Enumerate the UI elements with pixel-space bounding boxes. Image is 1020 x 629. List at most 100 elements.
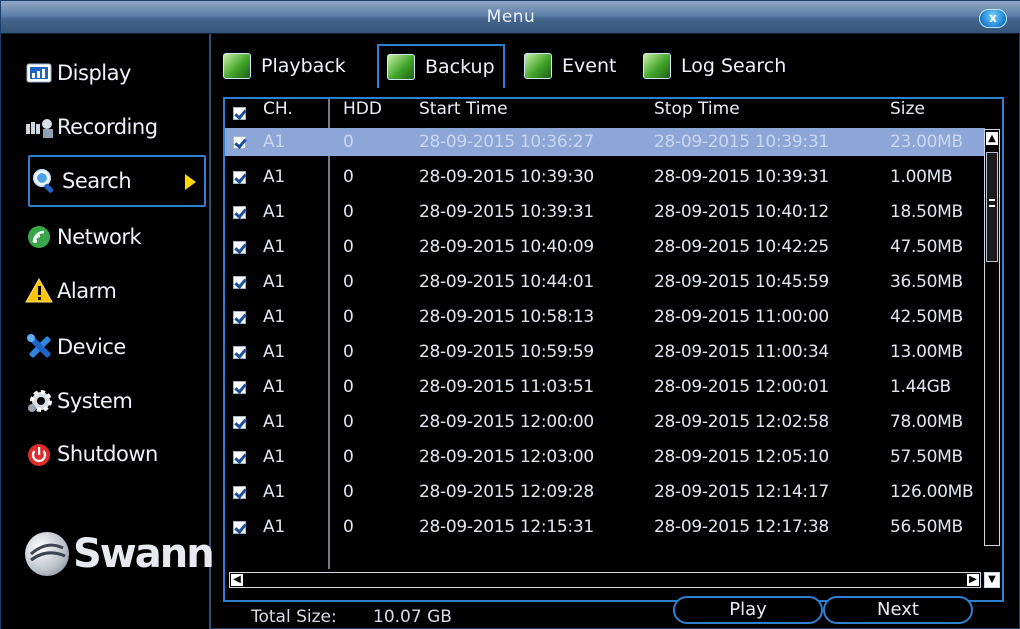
table-row[interactable]: A1 0 28-09-2015 12:09:28 28-09-2015 12:1… xyxy=(225,478,985,506)
cell-start-time: 28-09-2015 10:39:30 xyxy=(419,167,594,187)
sidebar-item-system[interactable]: System xyxy=(25,375,205,427)
total-size-label: Total Size: xyxy=(251,607,337,627)
cell-stop-time: 28-09-2015 12:17:38 xyxy=(654,517,829,537)
tab-log-search[interactable]: Log Search xyxy=(643,44,786,88)
row-checkbox[interactable] xyxy=(225,240,253,254)
row-checkbox[interactable] xyxy=(225,485,253,499)
sidebar-item-network[interactable]: Network xyxy=(25,211,205,263)
scroll-down-icon[interactable]: ▼ xyxy=(984,572,1000,588)
table-row[interactable]: A1 0 28-09-2015 10:39:30 28-09-2015 10:3… xyxy=(225,163,985,191)
sidebar-item-device[interactable]: Device xyxy=(25,321,205,373)
table-row[interactable]: A1 0 28-09-2015 10:40:09 28-09-2015 10:4… xyxy=(225,233,985,261)
logo-text: Swann xyxy=(73,531,215,577)
cell-size: 36.50MB xyxy=(890,272,963,292)
cell-stop-time: 28-09-2015 10:40:12 xyxy=(654,202,829,222)
row-checkbox[interactable] xyxy=(225,170,253,184)
table-row[interactable]: A1 0 28-09-2015 12:15:31 28-09-2015 12:1… xyxy=(225,513,985,541)
cell-hdd: 0 xyxy=(343,447,354,467)
tab-playback[interactable]: Playback xyxy=(223,44,346,88)
scroll-up-icon[interactable]: ▲ xyxy=(986,132,998,145)
cell-stop-time: 28-09-2015 10:42:25 xyxy=(654,237,829,257)
cell-ch: A1 xyxy=(263,202,285,222)
backup-table: CH. HDD Start Time Stop Time Size A1 0 2… xyxy=(223,97,1004,602)
row-checkbox[interactable] xyxy=(225,135,253,149)
header-hdd[interactable]: HDD xyxy=(333,99,417,127)
cell-hdd: 0 xyxy=(343,412,354,432)
tab-label: Event xyxy=(562,55,617,77)
table-row[interactable]: A1 0 28-09-2015 10:36:27 28-09-2015 10:3… xyxy=(225,128,985,156)
sidebar-item-recording[interactable]: Recording xyxy=(25,101,205,153)
table-header: CH. HDD Start Time Stop Time Size xyxy=(225,99,1002,127)
sidebar-item-label: Recording xyxy=(57,115,158,139)
table-row[interactable]: A1 0 28-09-2015 10:44:01 28-09-2015 10:4… xyxy=(225,268,985,296)
row-checkbox[interactable] xyxy=(225,205,253,219)
sidebar-item-label: Network xyxy=(57,225,142,249)
table-row[interactable]: A1 0 28-09-2015 12:00:00 28-09-2015 12:0… xyxy=(225,408,985,436)
cell-hdd: 0 xyxy=(343,377,354,397)
table-row[interactable]: A1 0 28-09-2015 10:59:59 28-09-2015 11:0… xyxy=(225,338,985,366)
cell-start-time: 28-09-2015 10:58:13 xyxy=(419,307,594,327)
header-stop-time[interactable]: Stop Time xyxy=(654,99,890,127)
cell-stop-time: 28-09-2015 12:14:17 xyxy=(654,482,829,502)
table-row[interactable]: A1 0 28-09-2015 10:39:31 28-09-2015 10:4… xyxy=(225,198,985,226)
sidebar-item-label: System xyxy=(57,389,133,413)
tab-label: Backup xyxy=(425,56,495,78)
cell-ch: A1 xyxy=(263,132,285,152)
header-ch[interactable]: CH. xyxy=(253,99,333,127)
cell-stop-time: 28-09-2015 10:45:59 xyxy=(654,272,829,292)
window-title: Menu xyxy=(486,7,536,27)
header-start-time[interactable]: Start Time xyxy=(417,99,654,127)
cell-start-time: 28-09-2015 12:00:00 xyxy=(419,412,594,432)
active-arrow-icon xyxy=(185,174,196,190)
row-checkbox[interactable] xyxy=(225,275,253,289)
close-button[interactable]: x xyxy=(979,9,1007,28)
vertical-scrollbar[interactable]: ▲ xyxy=(984,129,1000,546)
cell-size: 126.00MB xyxy=(890,482,974,502)
sidebar-item-search[interactable]: Search xyxy=(28,155,206,207)
row-checkbox[interactable] xyxy=(225,415,253,429)
tab-label: Playback xyxy=(261,55,346,77)
tab-bar: Playback Backup Event Log Search xyxy=(221,44,1011,88)
scroll-right-icon[interactable]: ▶ xyxy=(967,574,979,586)
cell-ch: A1 xyxy=(263,412,285,432)
cell-size: 47.50MB xyxy=(890,237,963,257)
cell-ch: A1 xyxy=(263,272,285,292)
select-all-checkbox[interactable] xyxy=(225,99,253,127)
row-checkbox[interactable] xyxy=(225,450,253,464)
row-checkbox[interactable] xyxy=(225,345,253,359)
row-checkbox[interactable] xyxy=(225,310,253,324)
footer: Total Size: 10.07 GB Play Next xyxy=(213,594,1019,629)
cell-ch: A1 xyxy=(263,342,285,362)
table-row[interactable]: A1 0 28-09-2015 10:58:13 28-09-2015 11:0… xyxy=(225,303,985,331)
cell-size: 78.00MB xyxy=(890,412,963,432)
row-checkbox[interactable] xyxy=(225,380,253,394)
scroll-left-icon[interactable]: ◀ xyxy=(231,574,243,586)
sidebar-item-shutdown[interactable]: Shutdown xyxy=(25,428,205,480)
network-icon xyxy=(25,222,55,252)
row-checkbox[interactable] xyxy=(225,520,253,534)
cell-hdd: 0 xyxy=(343,132,354,152)
scroll-thumb[interactable] xyxy=(986,152,998,262)
cell-ch: A1 xyxy=(263,307,285,327)
tab-backup[interactable]: Backup xyxy=(377,44,505,88)
search-icon xyxy=(30,166,60,196)
header-size[interactable]: Size xyxy=(890,99,985,127)
horizontal-scrollbar[interactable]: ◀ ▶ xyxy=(229,572,981,588)
next-button[interactable]: Next xyxy=(823,596,973,624)
table-row[interactable]: A1 0 28-09-2015 11:03:51 28-09-2015 12:0… xyxy=(225,373,985,401)
sidebar-item-alarm[interactable]: Alarm xyxy=(25,265,205,317)
cell-ch: A1 xyxy=(263,377,285,397)
title-bar: Menu x xyxy=(1,1,1020,34)
tab-event[interactable]: Event xyxy=(524,44,616,88)
sidebar-item-display[interactable]: Display xyxy=(25,47,205,99)
sidebar-item-label: Alarm xyxy=(57,279,117,303)
alarm-icon xyxy=(25,276,55,306)
cell-hdd: 0 xyxy=(343,342,354,362)
tab-label: Log Search xyxy=(681,55,787,77)
cell-stop-time: 28-09-2015 10:39:31 xyxy=(654,132,829,152)
sidebar-item-label: Search xyxy=(62,169,132,193)
cell-size: 18.50MB xyxy=(890,202,963,222)
swann-logo-icon xyxy=(25,532,69,576)
table-row[interactable]: A1 0 28-09-2015 12:03:00 28-09-2015 12:0… xyxy=(225,443,985,471)
play-button[interactable]: Play xyxy=(673,596,823,624)
